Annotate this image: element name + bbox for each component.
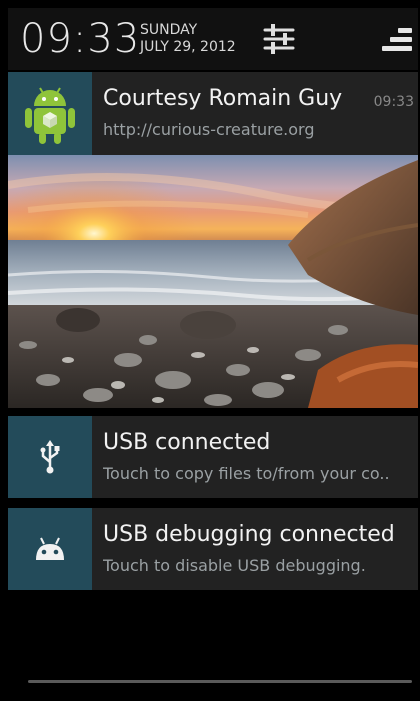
clear-all-button[interactable] [380, 26, 414, 54]
notification-big-picture[interactable] [8, 155, 418, 408]
settings-sliders-icon [263, 24, 295, 54]
notification-icon-tile [8, 72, 92, 155]
notification-title: USB debugging connected [103, 522, 395, 547]
day-label: SUNDAY [140, 22, 198, 38]
notification-subtitle: Touch to disable USB debugging. [103, 556, 366, 575]
quick-settings-button[interactable] [261, 22, 297, 56]
android-debug-icon [36, 537, 64, 560]
android-robot-icon [25, 86, 75, 144]
notification-usb-connected[interactable]: USB connected Touch to copy files to/fro… [8, 416, 418, 498]
notification-time: 09:33 [373, 94, 414, 110]
sunset-beach-image [8, 155, 418, 408]
notification-usb-debugging[interactable]: USB debugging connected Touch to disable… [8, 508, 418, 590]
clock: 09:33 [20, 16, 141, 62]
notification-icon-tile [8, 508, 92, 590]
clear-all-icon [382, 28, 412, 51]
drag-handle[interactable] [28, 680, 412, 683]
usb-icon [40, 440, 60, 474]
notification-subtitle: Touch to copy files to/from your co.. [103, 464, 390, 483]
notification-title: Courtesy Romain Guy [103, 86, 343, 111]
date-label: JULY 29, 2012 [140, 39, 236, 55]
notification-title: USB connected [103, 430, 271, 455]
date-block: SUNDAY JULY 29, 2012 [140, 22, 236, 56]
notification-photo[interactable]: Courtesy Romain Guy http://curious-creat… [8, 72, 418, 155]
notification-subtitle: http://curious-creature.org [103, 120, 315, 139]
notification-header: 09:33 SUNDAY JULY 29, 2012 [8, 8, 418, 70]
notification-icon-tile [8, 416, 92, 498]
